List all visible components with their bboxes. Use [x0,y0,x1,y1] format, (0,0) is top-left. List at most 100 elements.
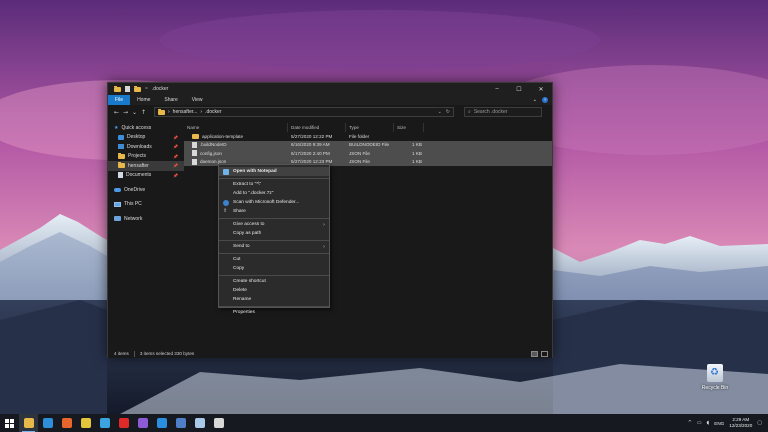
recycle-bin-desktop-icon[interactable]: Recycle Bin [697,364,733,391]
tab-file[interactable]: File [108,95,131,105]
column-header-size[interactable]: Size [394,123,424,132]
file-name: config.json [200,150,222,156]
taskbar-app[interactable] [19,414,38,432]
menu-item-scan-defender[interactable]: Scan with Microsoft Defender... [219,198,329,207]
menu-item-give-access-to[interactable]: Give access to › [219,220,329,229]
column-header-name[interactable]: Name [184,123,288,132]
help-icon[interactable]: ? [542,97,548,103]
taskbar-app[interactable] [57,414,76,432]
column-header-date[interactable]: Date modified [288,123,346,132]
nav-item-downloads[interactable]: Downloads 📌 [108,142,184,152]
file-row[interactable]: .buildNodeID 6/16/2020 9:39 AM BUILDNODE… [184,140,552,149]
details-view-button[interactable] [531,350,538,357]
language-indicator[interactable]: ENG [714,421,724,426]
menu-item-copy[interactable]: Copy [219,264,329,273]
column-header-type[interactable]: Type [346,123,394,132]
menu-item-add-to-archive[interactable]: Add to ".docker.7z" [219,189,329,198]
menu-item-create-shortcut[interactable]: Create shortcut [219,277,329,286]
tab-view[interactable]: View [185,95,210,105]
ribbon-tabs: File Home Share View ⌄ ? [108,95,552,105]
forward-button[interactable]: → [121,109,130,116]
file-explorer-icon [23,418,34,428]
recent-locations-button[interactable]: ⌄ [130,109,139,116]
close-button[interactable]: ✕ [530,83,552,95]
taskbar-app[interactable] [171,414,190,432]
menu-item-properties[interactable]: Properties [219,308,329,317]
selection-info: 3 items selected 330 bytes [139,351,195,356]
tab-share[interactable]: Share [157,95,184,105]
taskbar-app[interactable] [95,414,114,432]
taskbar-app[interactable] [76,414,95,432]
start-button[interactable] [0,414,19,432]
taskbar-app[interactable] [152,414,171,432]
refresh-icon[interactable]: ↻ [446,109,450,115]
search-box[interactable]: ⌕ Search .docker [464,107,542,117]
nav-item-hensafter[interactable]: hensafter 📌 [108,161,184,171]
nav-label: Quick access [121,124,152,131]
taskbar-app[interactable] [190,414,209,432]
nav-item-this-pc[interactable]: This PC [108,200,184,210]
menu-item-extract-to[interactable]: Extract to "*\" [219,180,329,189]
nav-item-projects[interactable]: Projects 📌 [108,152,184,162]
documents-icon [118,172,123,179]
breadcrumb-docker[interactable]: .docker [205,109,221,115]
file-name: .buildNodeID [200,142,227,148]
nav-item-desktop[interactable]: Desktop 📌 [108,133,184,143]
system-tray: ^ ▭ ◖ ENG 2:29 AM 12/23/2020 ▢ [688,417,768,429]
minimize-button[interactable]: – [486,83,508,95]
properties-quick-icon[interactable] [125,86,130,92]
firefox-icon [61,418,72,428]
nav-quick-access[interactable]: ★ Quick access [108,123,184,133]
taskbar-app[interactable] [209,414,228,432]
navigation-pane: ★ Quick access Desktop 📌 Downloads 📌 Pro… [108,123,184,349]
taskbar-app[interactable] [114,414,133,432]
windows-logo-icon [5,418,14,428]
nav-item-onedrive[interactable]: OneDrive [108,185,184,195]
folder-icon [158,108,165,115]
address-bar[interactable]: › hensafter... › .docker ⌄ ↻ [154,107,454,117]
large-icons-view-button[interactable] [541,350,548,357]
expand-ribbon-icon[interactable]: ⌄ [533,97,537,103]
network-tray-icon[interactable]: ▭ [697,420,702,426]
file-row[interactable]: application-template 5/27/2020 12:22 PM … [184,132,552,141]
nav-item-documents[interactable]: Documents 📌 [108,171,184,181]
notifications-icon[interactable]: ▢ [757,420,762,426]
recycle-bin-icon [707,364,723,382]
virtualbox-icon [175,418,186,428]
address-dropdown-icon[interactable]: ⌄ [438,109,442,115]
nav-item-network[interactable]: Network [108,214,184,224]
volume-icon[interactable]: ◖ [707,420,710,426]
maximize-button[interactable]: ☐ [508,83,530,95]
taskbar-app[interactable] [133,414,152,432]
settings-icon [213,418,224,428]
up-button[interactable]: ↑ [139,109,148,116]
title-bar[interactable]: = .docker – ☐ ✕ [108,83,552,95]
nav-label: hensafter [128,162,149,169]
tray-chevron-icon[interactable]: ^ [688,420,692,426]
folder-icon [114,85,121,92]
visual-studio-icon [137,418,148,428]
menu-item-copy-as-path[interactable]: Copy as path [219,229,329,238]
back-button[interactable]: ← [112,109,121,116]
tab-home[interactable]: Home [130,95,157,105]
menu-item-share[interactable]: ⇪ Share [219,207,329,216]
search-placeholder: Search .docker [473,109,508,115]
new-folder-quick-icon[interactable] [134,85,141,92]
file-explorer-window: = .docker – ☐ ✕ File Home Share View ⌄ ?… [107,82,553,358]
file-row[interactable]: config.json 6/17/2020 2:40 PM JSON File … [184,149,552,158]
quick-access-toolbar-chevron[interactable]: = [145,86,148,92]
pin-icon: 📌 [173,163,178,169]
taskbar-app[interactable] [38,414,57,432]
breadcrumb-sep: › [200,109,203,115]
clock[interactable]: 2:29 AM 12/23/2020 [729,417,752,429]
breadcrumb-hensafter[interactable]: hensafter... [173,109,198,115]
nav-label: Downloads [127,143,152,150]
youtube-icon [118,418,129,428]
menu-item-rename[interactable]: Rename [219,295,329,304]
nav-label: Documents [126,172,152,179]
menu-item-send-to[interactable]: Send to › [219,242,329,251]
menu-item-open-with-notepad[interactable]: Open with Notepad [219,167,329,176]
menu-item-cut[interactable]: Cut [219,255,329,264]
menu-item-delete[interactable]: Delete [219,286,329,295]
nav-label: OneDrive [124,186,146,193]
